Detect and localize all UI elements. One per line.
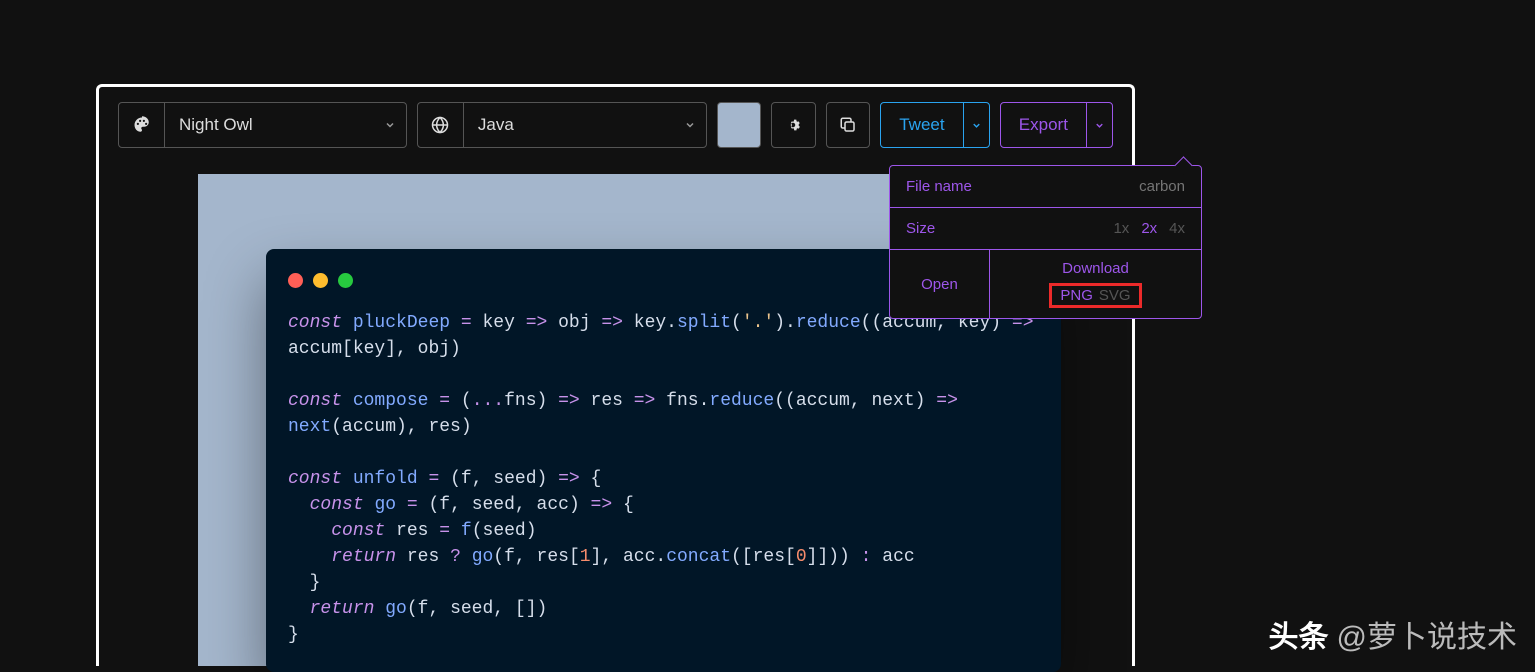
settings-button[interactable]: [771, 102, 816, 148]
format-buttons: PNG SVG: [1049, 283, 1141, 308]
chevron-down-icon: [1094, 120, 1105, 131]
globe-icon: [418, 103, 464, 147]
filename-row: File name: [890, 166, 1201, 208]
tweet-button[interactable]: Tweet: [880, 102, 990, 148]
chevron-down-icon: [674, 119, 706, 131]
tweet-label[interactable]: Tweet: [881, 103, 962, 147]
watermark-handle: @萝卜说技术: [1337, 612, 1517, 656]
chevron-down-icon: [374, 119, 406, 131]
size-options: 1x 2x 4x: [1113, 220, 1185, 237]
watermark-brand: 头条: [1269, 612, 1329, 656]
download-label: Download: [1062, 260, 1129, 277]
size-4x[interactable]: 4x: [1169, 220, 1185, 237]
background-color-swatch[interactable]: [717, 102, 762, 148]
watermark: 头条 @萝卜说技术: [1269, 612, 1517, 656]
theme-label: Night Owl: [165, 115, 374, 135]
export-label[interactable]: Export: [1001, 103, 1086, 147]
format-png-button[interactable]: PNG: [1060, 287, 1093, 304]
export-popover: File name Size 1x 2x 4x Open Download PN…: [889, 165, 1202, 319]
close-dot-icon: [288, 273, 303, 288]
download-section: Download PNG SVG: [990, 250, 1201, 318]
maximize-dot-icon: [338, 273, 353, 288]
format-svg-button[interactable]: SVG: [1099, 287, 1131, 304]
export-button[interactable]: Export: [1000, 102, 1113, 148]
size-1x[interactable]: 1x: [1113, 220, 1129, 237]
open-button[interactable]: Open: [890, 250, 990, 318]
copy-button[interactable]: [826, 102, 871, 148]
size-label: Size: [906, 220, 1113, 237]
code-editor[interactable]: const pluckDeep = key => obj => key.spli…: [288, 310, 1039, 648]
copy-icon: [839, 116, 857, 134]
size-2x[interactable]: 2x: [1141, 220, 1157, 237]
export-actions: Open Download PNG SVG: [890, 250, 1201, 318]
gear-icon: [784, 116, 802, 134]
palette-icon: [119, 103, 165, 147]
theme-select[interactable]: Night Owl: [118, 102, 407, 148]
language-select[interactable]: Java: [417, 102, 707, 148]
size-row: Size 1x 2x 4x: [890, 208, 1201, 250]
toolbar: Night Owl Java Tweet: [99, 87, 1132, 163]
chevron-down-icon: [971, 120, 982, 131]
tweet-dropdown[interactable]: [963, 103, 989, 147]
minimize-dot-icon: [313, 273, 328, 288]
language-label: Java: [464, 115, 674, 135]
export-dropdown[interactable]: [1086, 103, 1112, 147]
filename-input[interactable]: [1065, 178, 1185, 195]
filename-label: File name: [906, 178, 1065, 195]
